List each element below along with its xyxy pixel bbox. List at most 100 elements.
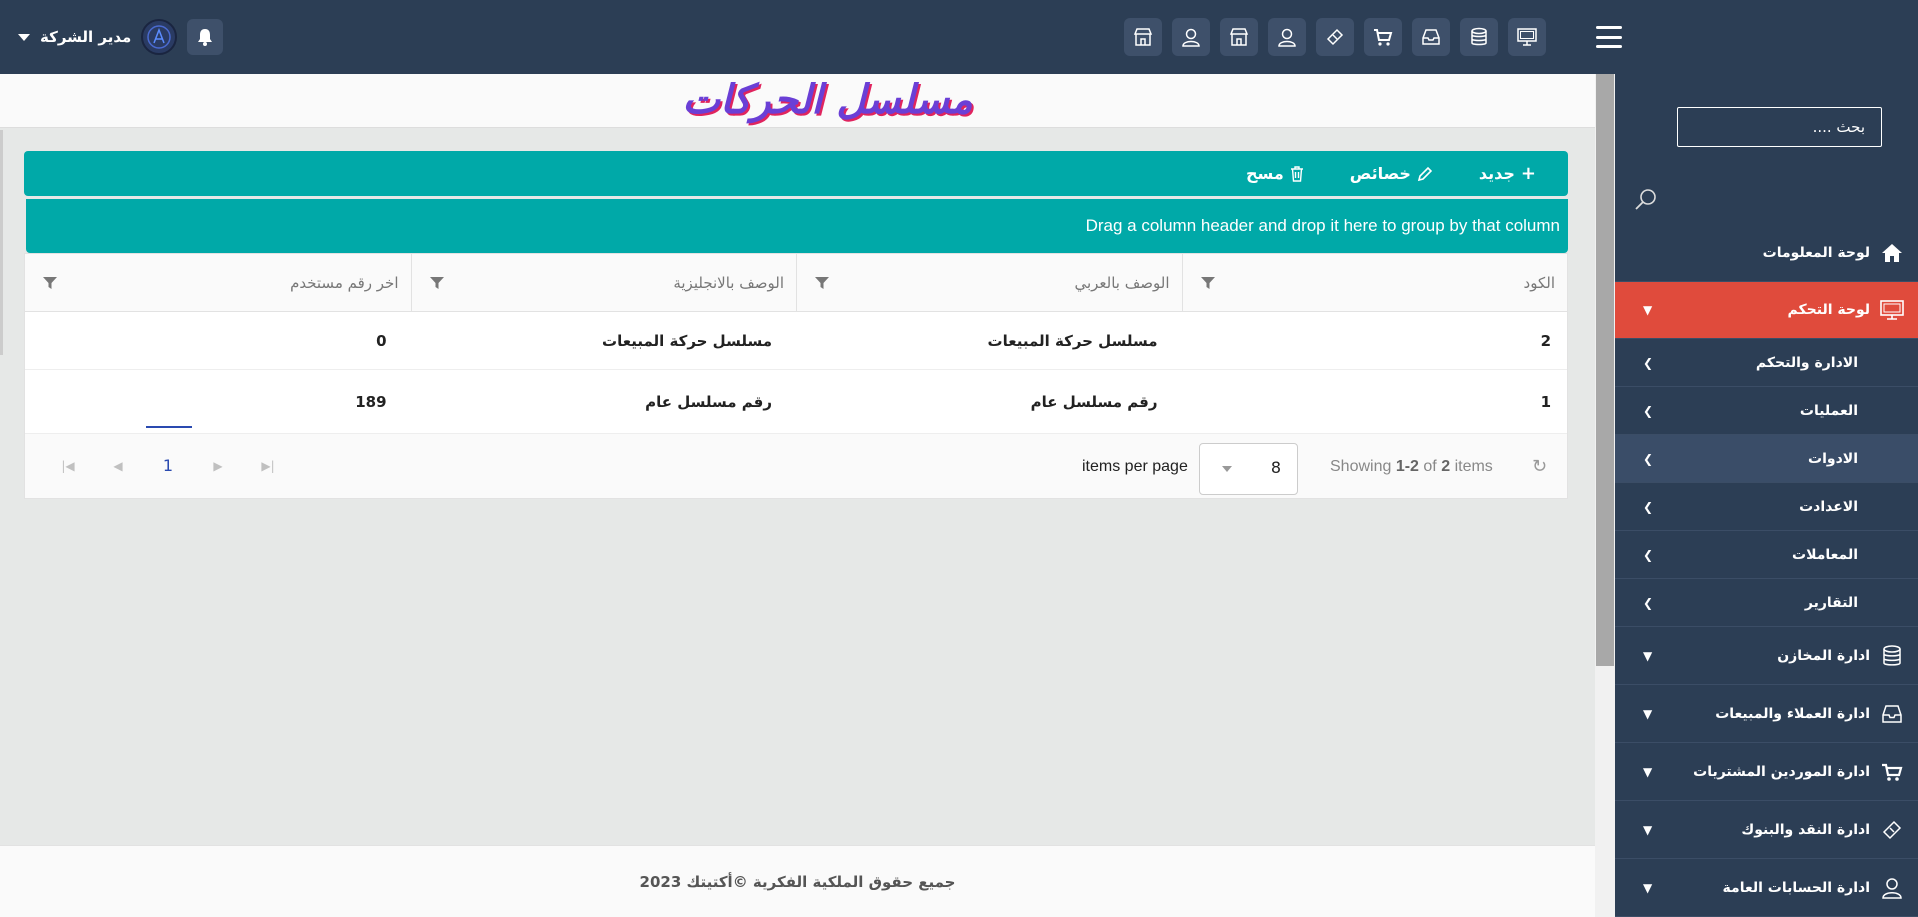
sidebar-item-general-accounts[interactable]: ادارة الحسابات العامة ▼ bbox=[1615, 859, 1918, 917]
chevron-left-icon: ❯ bbox=[1643, 355, 1654, 370]
ticket-icon bbox=[1326, 28, 1344, 46]
cell-last-number: 0 bbox=[376, 331, 387, 350]
sidebar-item-warehouses[interactable]: ادارة المخازن ▼ bbox=[1615, 627, 1918, 685]
sidebar-subitem-reports[interactable]: التقارير ❯ bbox=[1615, 579, 1918, 627]
sidebar-subitem-settings[interactable]: الاعدادت ❯ bbox=[1615, 483, 1918, 531]
first-page-icon[interactable]: |◀ bbox=[43, 459, 93, 473]
inbox-icon bbox=[1878, 700, 1906, 728]
chevron-down-icon: ▼ bbox=[1643, 706, 1653, 721]
pager-info-prefix: Showing bbox=[1330, 458, 1392, 475]
filter-icon[interactable] bbox=[1200, 276, 1215, 290]
sidebar-subitem-admin[interactable]: الادارة والتحكم ❯ bbox=[1615, 339, 1918, 387]
chevron-left-icon: ❯ bbox=[1643, 403, 1654, 418]
table-row[interactable]: 2 مسلسل حركة المبيعات مسلسل حركة المبيعا… bbox=[25, 312, 1567, 370]
copyright-text: جميع حقوق الملكية الفكرية ©أكتيتك 2023 bbox=[639, 873, 956, 891]
cell-last-number: 189 bbox=[355, 392, 387, 411]
sidebar-item-label: الاعدادت bbox=[1799, 498, 1858, 515]
data-grid: الكود الوصف بالعربي الوصف بالانجليزية اخ… bbox=[24, 253, 1568, 435]
menu-toggle-button[interactable] bbox=[1596, 26, 1622, 48]
grid-header: الكود الوصف بالعربي الوصف بالانجليزية اخ… bbox=[25, 254, 1567, 312]
sidebar-item-suppliers-purchases[interactable]: ادارة الموردين المشتريات ▼ bbox=[1615, 743, 1918, 801]
sidebar-item-label: ادارة النقد والبنوك bbox=[1741, 821, 1870, 838]
scrollbar-thumb[interactable] bbox=[1596, 74, 1614, 666]
user-menu[interactable]: مدير الشركة bbox=[18, 19, 224, 55]
sidebar-item-label: الادوات bbox=[1808, 450, 1858, 467]
refresh-icon[interactable]: ↻ bbox=[1532, 456, 1547, 477]
sidebar-subitem-tools[interactable]: الادوات ❯ bbox=[1615, 435, 1918, 483]
inbox-button[interactable] bbox=[1412, 18, 1450, 56]
grid-pager: |◀ ◀ 1 ▶ ▶| items per page 8 Showing 1-2… bbox=[24, 426, 1568, 499]
next-page-icon[interactable]: ▶ bbox=[193, 459, 243, 473]
database-button[interactable] bbox=[1460, 18, 1498, 56]
pager-info-range: 1-2 bbox=[1395, 458, 1419, 475]
store-button[interactable] bbox=[1124, 18, 1162, 56]
ticket-button[interactable] bbox=[1316, 18, 1354, 56]
items-per-page-select[interactable]: 8 bbox=[1199, 443, 1298, 495]
chevron-down-icon bbox=[1222, 466, 1232, 472]
caret-down-icon[interactable] bbox=[18, 33, 30, 41]
bell-icon bbox=[198, 29, 213, 46]
delete-button[interactable]: مسح bbox=[1246, 164, 1304, 183]
chevron-left-icon: ❯ bbox=[1643, 595, 1654, 610]
column-header-arabic-desc[interactable]: الوصف بالعربي bbox=[796, 254, 1182, 312]
prev-page-icon[interactable]: ◀ bbox=[93, 459, 143, 473]
user-name[interactable]: مدير الشركة bbox=[40, 28, 131, 46]
chevron-left-icon: ❯ bbox=[1643, 547, 1654, 562]
column-header-label: اخر رقم مستخدم bbox=[290, 274, 399, 292]
sidebar-item-control-panel[interactable]: لوحة التحكم ▼ bbox=[1615, 282, 1918, 339]
plus-icon: + bbox=[1520, 163, 1536, 184]
column-header-last-number[interactable]: اخر رقم مستخدم bbox=[25, 254, 411, 312]
chevron-left-icon: ❯ bbox=[1643, 499, 1654, 514]
cell-english-desc: رقم مسلسل عام bbox=[645, 392, 773, 411]
page-number-current[interactable]: 1 bbox=[143, 426, 193, 475]
sidebar-menu: لوحة المعلومات لوحة التحكم ▼ الادارة وال… bbox=[1615, 224, 1918, 917]
sidebar-item-label: ادارة الموردين المشتريات bbox=[1693, 763, 1870, 780]
sidebar-item-label: لوحة المعلومات bbox=[1762, 244, 1870, 261]
new-button[interactable]: + جديد bbox=[1479, 163, 1536, 184]
sidebar-item-label: ادارة العملاء والمبيعات bbox=[1715, 705, 1870, 722]
sidebar-search bbox=[1677, 107, 1882, 147]
sidebar-item-dashboard[interactable]: لوحة المعلومات bbox=[1615, 224, 1918, 282]
chevron-down-icon: ▼ bbox=[1643, 303, 1653, 317]
store-button[interactable] bbox=[1220, 18, 1258, 56]
page-header: مسلسل الحركات bbox=[0, 74, 1595, 128]
ticket-icon bbox=[1878, 816, 1906, 844]
sidebar-subitem-transactions[interactable]: المعاملات ❯ bbox=[1615, 531, 1918, 579]
last-page-icon[interactable]: ▶| bbox=[243, 459, 293, 473]
sidebar-item-customers-sales[interactable]: ادارة العملاء والمبيعات ▼ bbox=[1615, 685, 1918, 743]
filter-icon[interactable] bbox=[43, 276, 57, 290]
sidebar-item-label: لوحة التحكم bbox=[1787, 302, 1870, 318]
table-row[interactable]: 1 رقم مسلسل عام رقم مسلسل عام 189 bbox=[25, 370, 1567, 434]
left-edge bbox=[0, 130, 3, 355]
column-header-label: الوصف بالعربي bbox=[1074, 274, 1170, 292]
sidebar-item-cash-banks[interactable]: ادارة النقد والبنوك ▼ bbox=[1615, 801, 1918, 859]
database-icon bbox=[1878, 642, 1906, 670]
user-button[interactable] bbox=[1268, 18, 1306, 56]
top-navbar: مدير الشركة bbox=[0, 0, 1918, 74]
page-title: مسلسل الحركات bbox=[682, 76, 973, 123]
chevron-down-icon: ▼ bbox=[1643, 764, 1653, 779]
filter-icon[interactable] bbox=[429, 276, 444, 290]
user-button[interactable] bbox=[1172, 18, 1210, 56]
column-header-code[interactable]: الكود bbox=[1181, 254, 1568, 312]
properties-button-label: خصائص bbox=[1349, 164, 1411, 183]
sidebar-subitem-operations[interactable]: العمليات ❯ bbox=[1615, 387, 1918, 435]
pager-info-suffix: items bbox=[1454, 458, 1493, 475]
avatar[interactable] bbox=[141, 19, 178, 55]
properties-button[interactable]: خصائص bbox=[1350, 164, 1433, 183]
column-header-label: الوصف بالانجليزية bbox=[673, 274, 784, 292]
cell-arabic-desc: رقم مسلسل عام bbox=[1030, 392, 1158, 411]
group-drop-zone[interactable]: Drag a column header and drop it here to… bbox=[26, 199, 1568, 253]
chevron-down-icon: ▼ bbox=[1643, 880, 1653, 895]
sidebar-item-label: المعاملات bbox=[1792, 546, 1858, 563]
cart-button[interactable] bbox=[1364, 18, 1402, 56]
monitor-icon bbox=[1878, 296, 1906, 324]
pencil-icon bbox=[1417, 166, 1433, 181]
monitor-button[interactable] bbox=[1508, 18, 1546, 56]
search-input[interactable] bbox=[1678, 108, 1881, 146]
search-icon[interactable] bbox=[1633, 186, 1659, 212]
notifications-button[interactable] bbox=[187, 19, 224, 55]
monitor-icon bbox=[1517, 28, 1537, 46]
column-header-english-desc[interactable]: الوصف بالانجليزية bbox=[410, 254, 797, 312]
filter-icon[interactable] bbox=[815, 276, 829, 290]
